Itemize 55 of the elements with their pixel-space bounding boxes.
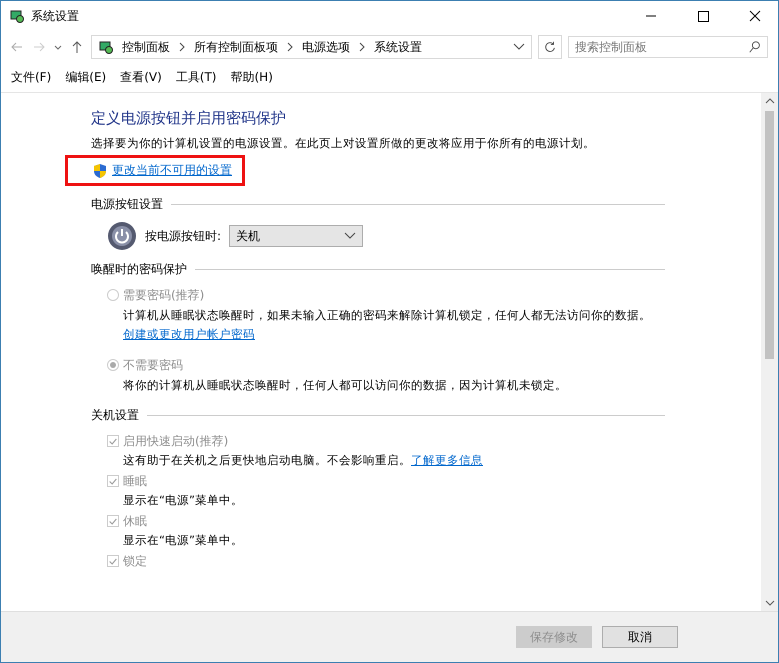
scroll-down-icon[interactable]: [764, 599, 774, 607]
option-description: 将你的计算机从睡眠状态唤醒时，任何人都可以访问你的数据，因为计算机未锁定。: [122, 377, 568, 394]
menu-item[interactable]: 帮助(H): [230, 69, 273, 86]
menu-item[interactable]: 工具(T): [176, 69, 216, 86]
shield-icon: [92, 162, 108, 178]
chevron-icon[interactable]: [286, 42, 294, 52]
breadcrumb[interactable]: 控制面板: [122, 38, 170, 56]
password-link[interactable]: 创建或更改用户帐户密码: [123, 327, 255, 341]
power-button-label: 按电源按钮时:: [145, 228, 222, 244]
checkbox-label: 启用快速启动(推荐): [123, 432, 228, 450]
option-description: 显示在“电源”菜单中。: [122, 492, 244, 509]
refresh-icon: [543, 40, 557, 54]
option-label: 需要密码(推荐): [123, 286, 204, 304]
page-heading: 定义电源按钮并启用密码保护: [91, 109, 287, 128]
breadcrumb[interactable]: 所有控制面板项: [194, 38, 278, 56]
breadcrumb[interactable]: 电源选项: [302, 38, 350, 56]
menu-item[interactable]: 编辑(E): [65, 69, 106, 86]
menu-item[interactable]: 查看(V): [120, 69, 162, 86]
learn-more-link[interactable]: 了解更多信息: [411, 453, 483, 467]
option-description: 显示在“电源”菜单中。: [122, 532, 244, 549]
menu-item[interactable]: 文件(F): [11, 69, 52, 86]
section-title: 电源按钮设置: [91, 196, 163, 213]
intro-text: 选择要为你的计算机设置的电源设置。在此页上对设置所做的更改将应用于你所有的电源计划。: [91, 136, 596, 151]
checkbox[interactable]: [107, 515, 119, 527]
computer-icon: [98, 39, 114, 55]
caret-icon: [344, 232, 356, 240]
radio-button[interactable]: [107, 359, 119, 371]
change-settings-link[interactable]: 更改当前不可用的设置: [112, 162, 232, 179]
scroll-up-icon[interactable]: [764, 97, 774, 105]
refresh-button[interactable]: [538, 35, 562, 59]
computer-icon: [9, 8, 25, 24]
scrollbar[interactable]: [761, 93, 778, 611]
search-field[interactable]: 搜索控制面板: [568, 36, 768, 58]
breadcrumb[interactable]: 系统设置: [374, 38, 422, 56]
option-description: 计算机从睡眠状态唤醒时，如果未输入正确的密码来解除计算机锁定，任何人都无法访问你的数据。 创建或更改用户帐户密码: [122, 307, 652, 343]
dropdown-caret-icon[interactable]: [513, 43, 525, 51]
option-description: 这有助于在关机之后更快地启动电脑。不会影响重启。了解更多信息: [122, 452, 484, 469]
radio-button[interactable]: [107, 289, 119, 301]
checkbox[interactable]: [107, 435, 119, 447]
option-label: 不需要密码: [123, 356, 183, 374]
checkbox-label: 睡眠: [123, 472, 147, 490]
chevron-icon[interactable]: [358, 42, 366, 52]
section-title: 唤醒时的密码保护: [91, 261, 187, 278]
chevron-icon[interactable]: [178, 42, 186, 52]
search-icon: [748, 40, 762, 54]
footer-button[interactable]: 取消: [602, 626, 678, 648]
power-action-dropdown[interactable]: 关机: [229, 225, 364, 247]
checkbox-label: 休眠: [123, 512, 147, 530]
address-bar[interactable]: 控制面板 所有控制面板项 电源选项 系统设置: [91, 35, 532, 59]
checkbox-label: 锁定: [123, 552, 147, 570]
checkbox[interactable]: [107, 555, 119, 567]
window-title: 系统设置: [31, 8, 79, 24]
power-icon: [107, 221, 137, 251]
section-title: 关机设置: [91, 407, 139, 424]
checkbox[interactable]: [107, 475, 119, 487]
